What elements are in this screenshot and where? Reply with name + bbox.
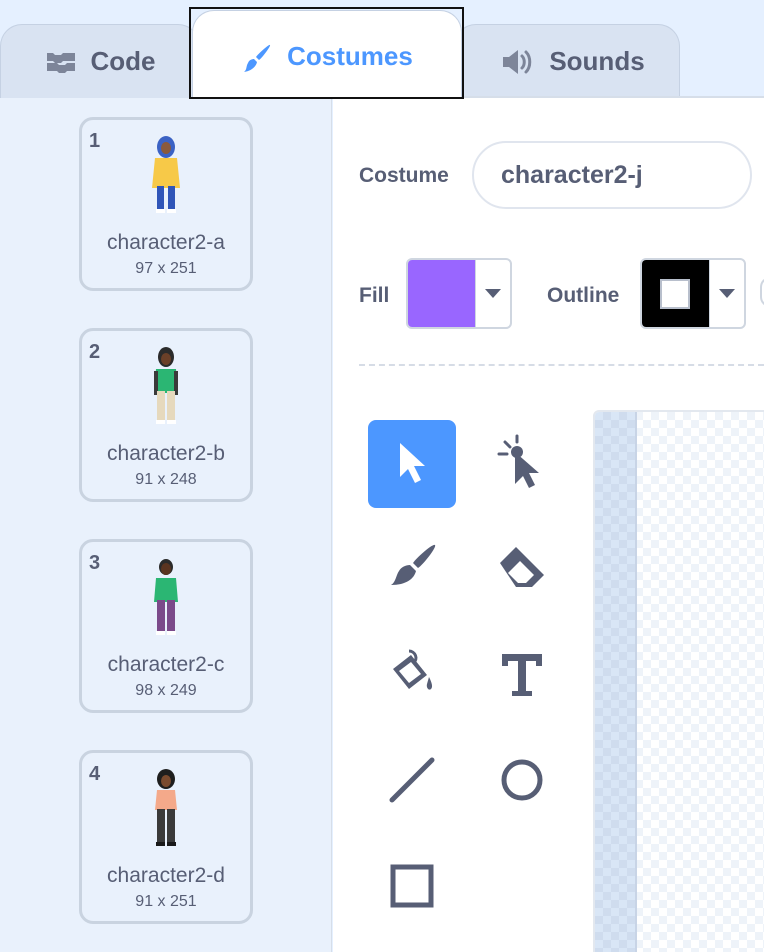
reshape-tool[interactable] <box>478 420 566 508</box>
fill-dropdown-button[interactable] <box>474 260 510 327</box>
paintbrush-icon <box>241 43 273 75</box>
brush-tool[interactable] <box>368 526 456 614</box>
costume-item-4[interactable]: 4 character2-d 91 x 251 <box>79 750 253 924</box>
select-arrow-icon <box>392 439 432 490</box>
fill-color-picker[interactable] <box>406 258 512 329</box>
rectangle-icon <box>388 862 436 915</box>
costume-item-3[interactable]: 3 character2-c 98 x 249 <box>79 539 253 713</box>
costume-item-1[interactable]: 1 character2-a 97 x 251 <box>79 117 253 291</box>
eraser-icon <box>496 543 548 598</box>
fill-color-swatch <box>408 260 475 327</box>
costume-list: 1 character2-a 97 x 251 2 character2-b 9… <box>0 98 332 952</box>
outline-color-picker[interactable] <box>640 258 746 329</box>
costume-size: 97 x 251 <box>135 260 197 277</box>
costume-name: character2-b <box>107 442 225 465</box>
circle-tool[interactable] <box>478 738 566 826</box>
chevron-down-icon <box>484 289 501 298</box>
code-blocks-icon <box>45 50 77 74</box>
fill-tool[interactable] <box>368 632 456 720</box>
tab-code-label: Code <box>90 46 156 76</box>
chevron-down-icon <box>718 289 735 298</box>
costume-size: 91 x 251 <box>135 893 197 910</box>
brush-icon <box>385 543 439 598</box>
tab-costumes-label: Costumes <box>287 41 413 71</box>
costume-item-2[interactable]: 2 character2-b 91 x 248 <box>79 328 253 502</box>
paint-editor-screen: Code Sounds Costumes 1 character2-a 97 x… <box>0 0 764 952</box>
costume-size: 98 x 249 <box>135 682 197 699</box>
costume-thumbnail <box>82 556 250 636</box>
outline-color-swatch <box>642 260 709 327</box>
line-tool[interactable] <box>368 738 456 826</box>
speaker-icon <box>501 48 535 76</box>
line-icon <box>386 754 438 811</box>
costume-name-label: Costume <box>359 164 449 187</box>
select-tool[interactable] <box>368 420 456 508</box>
outline-swatch-inner <box>660 278 691 309</box>
eraser-tool[interactable] <box>478 526 566 614</box>
costume-name: character2-c <box>107 653 225 676</box>
canvas-bounds-band <box>595 412 637 952</box>
tab-sounds-label: Sounds <box>549 46 645 76</box>
outline-dropdown-button[interactable] <box>708 260 744 327</box>
outline-label: Outline <box>547 284 620 307</box>
drawing-canvas[interactable] <box>593 410 764 952</box>
paint-editor: Costume Fill Outline <box>333 98 764 952</box>
fill-label: Fill <box>359 284 390 307</box>
costume-name-input[interactable] <box>472 141 752 209</box>
text-icon <box>498 650 546 703</box>
toolbar-separator <box>359 364 764 366</box>
tab-code[interactable]: Code <box>0 24 200 98</box>
text-tool[interactable] <box>478 632 566 720</box>
costume-name: character2-a <box>107 231 225 254</box>
circle-icon <box>498 756 546 809</box>
rectangle-tool[interactable] <box>368 844 456 932</box>
costume-name: character2-d <box>107 864 225 887</box>
costume-thumbnail <box>82 345 250 425</box>
costume-thumbnail <box>82 134 250 214</box>
costume-thumbnail <box>82 767 250 847</box>
tab-costumes[interactable]: Costumes <box>192 10 462 98</box>
reshape-icon <box>495 434 549 495</box>
tab-sounds[interactable]: Sounds <box>454 24 680 98</box>
tab-bar: Code Sounds Costumes <box>0 0 764 99</box>
costume-size: 91 x 248 <box>135 471 197 488</box>
fill-bucket-icon <box>385 647 439 706</box>
